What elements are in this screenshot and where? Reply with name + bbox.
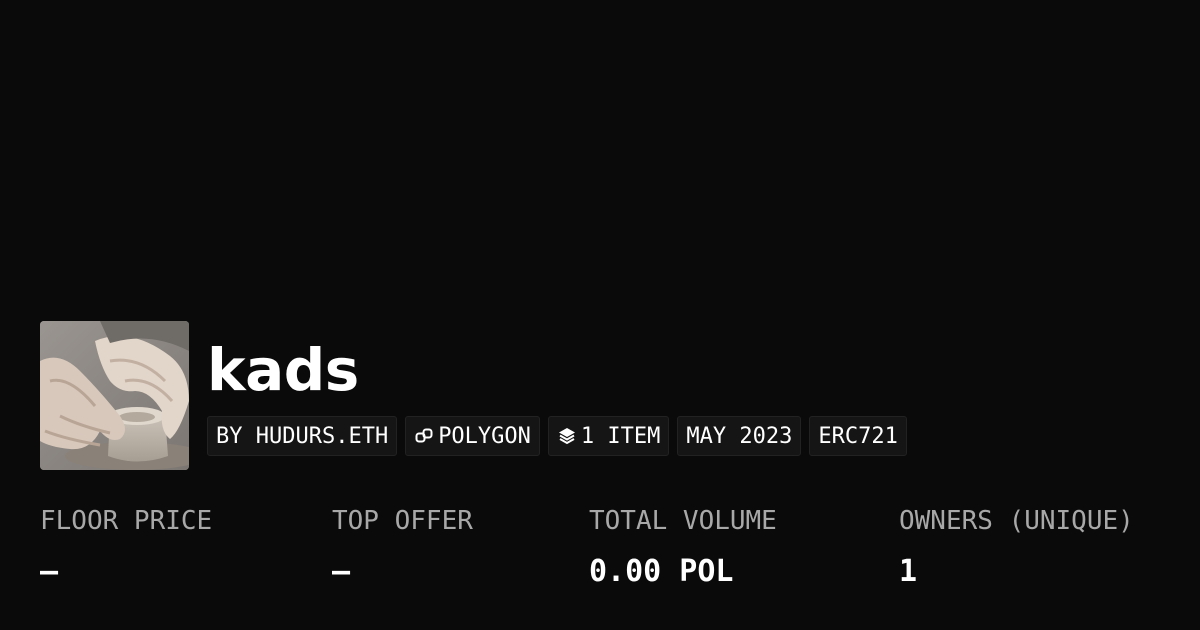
date-tag-label: MAY 2023 xyxy=(686,423,793,449)
polygon-link-icon xyxy=(414,426,434,446)
stats-row: FLOOR PRICE – TOP OFFER – TOTAL VOLUME 0… xyxy=(0,505,1200,595)
chain-tag-label: POLYGON xyxy=(438,423,531,449)
stat-label: TOP OFFER xyxy=(332,506,473,536)
pottery-hands-image xyxy=(40,321,189,470)
stat-value: 0.00 POL xyxy=(589,554,734,589)
stat-label: FLOOR PRICE xyxy=(40,506,213,536)
stat-value: 1 xyxy=(899,554,918,589)
stat-owners: OWNERS (UNIQUE) 1 xyxy=(899,505,1134,589)
chain-tag[interactable]: POLYGON xyxy=(405,416,540,456)
collection-avatar xyxy=(40,321,189,470)
standard-tag-label: ERC721 xyxy=(818,423,898,449)
stat-label: OWNERS (UNIQUE) xyxy=(899,506,1134,536)
layers-icon xyxy=(557,426,577,446)
stat-total-volume: TOTAL VOLUME 0.00 POL xyxy=(589,505,777,589)
stat-value: – xyxy=(40,554,59,589)
collection-header: kads BY HUDURS.ETH POLYGON 1 ITEM MAY 20… xyxy=(40,321,907,470)
stat-floor-price: FLOOR PRICE – xyxy=(40,505,212,589)
stat-value: – xyxy=(332,554,351,589)
collection-title: kads xyxy=(207,336,359,404)
items-tag[interactable]: 1 ITEM xyxy=(547,416,670,456)
stat-label: TOTAL VOLUME xyxy=(589,506,777,536)
tag-row: BY HUDURS.ETH POLYGON 1 ITEM MAY 2023 ER… xyxy=(207,416,907,456)
standard-tag: ERC721 xyxy=(809,416,907,456)
collection-card: kads BY HUDURS.ETH POLYGON 1 ITEM MAY 20… xyxy=(0,0,1200,630)
date-tag: MAY 2023 xyxy=(677,416,802,456)
stat-top-offer: TOP OFFER – xyxy=(332,505,473,589)
items-tag-label: 1 ITEM xyxy=(580,423,661,449)
title-block: kads BY HUDURS.ETH POLYGON 1 ITEM MAY 20… xyxy=(207,321,907,470)
creator-tag-label: BY HUDURS.ETH xyxy=(216,423,389,449)
creator-tag[interactable]: BY HUDURS.ETH xyxy=(207,416,398,456)
